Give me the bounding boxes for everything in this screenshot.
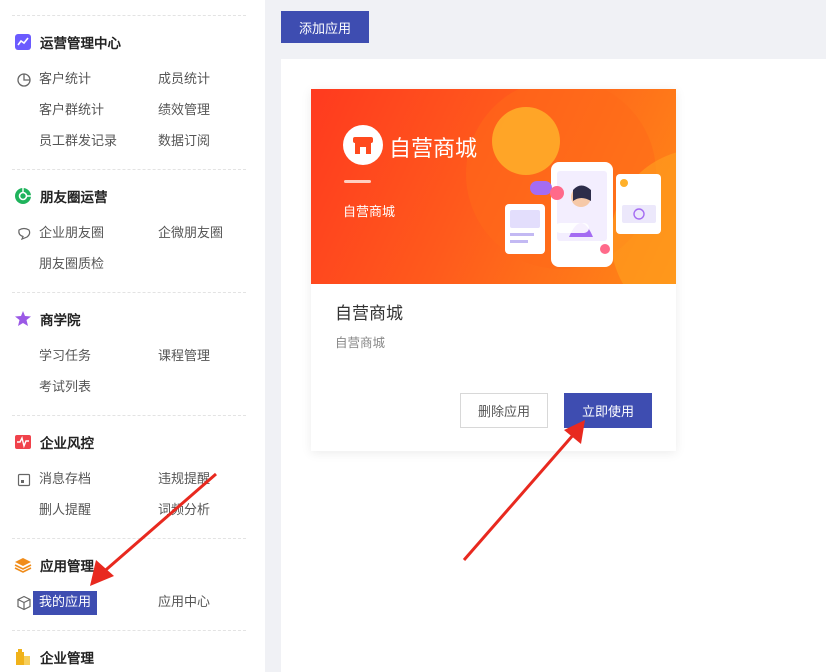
shop-logo-icon	[343, 125, 383, 165]
sidebar-item-customer-stats[interactable]: 客户统计	[39, 70, 91, 90]
sidebar-item-message-archive[interactable]: 消息存档	[39, 470, 91, 490]
sidebar-item-enterprise-moments[interactable]: 企业朋友圈	[39, 224, 104, 244]
sidebar-item-my-apps[interactable]: 我的应用	[33, 591, 98, 615]
sidebar-item-violation-alerts[interactable]: 违规提醒	[158, 470, 210, 490]
sidebar-section-title: 朋友圈运营	[40, 190, 108, 206]
sidebar-item-learning-tasks[interactable]: 学习任务	[39, 347, 91, 367]
sidebar-section-academy[interactable]: 商学院	[14, 308, 81, 330]
banner-divider	[344, 180, 371, 183]
layers-icon	[14, 556, 32, 574]
pie-chart-icon	[16, 72, 32, 88]
sidebar-divider	[12, 630, 246, 631]
sidebar-divider	[12, 415, 246, 416]
sidebar-divider	[12, 169, 246, 170]
sidebar-item-delete-alerts[interactable]: 删人提醒	[39, 501, 91, 521]
sidebar-item-course-management[interactable]: 课程管理	[158, 347, 210, 367]
sidebar-item-word-frequency[interactable]: 词频分析	[158, 501, 210, 521]
risk-pulse-icon	[14, 433, 32, 451]
app-banner: 自营商城 自营商城	[311, 89, 676, 284]
sidebar: 运营管理中心 客户统计 成员统计 客户群统计 绩效管理 员工群发记录 数据订阅 …	[0, 0, 265, 672]
sidebar-item-performance[interactable]: 绩效管理	[158, 101, 210, 121]
sidebar-item-group-stats[interactable]: 客户群统计	[39, 101, 104, 121]
sidebar-section-app-management[interactable]: 应用管理	[14, 554, 94, 576]
sidebar-section-title: 运营管理中心	[40, 36, 121, 52]
sidebar-section-enterprise-management[interactable]: 企业管理	[14, 646, 94, 668]
app-description: 自营商城	[335, 335, 386, 350]
sidebar-section-title: 应用管理	[40, 559, 94, 575]
archive-icon	[16, 472, 32, 488]
sidebar-divider	[12, 292, 246, 293]
sidebar-item-data-subscription[interactable]: 数据订阅	[158, 132, 210, 152]
sidebar-section-title: 企业管理	[40, 651, 94, 667]
chart-trend-icon	[14, 33, 32, 51]
sidebar-divider	[12, 538, 246, 539]
sidebar-section-operations[interactable]: 运营管理中心	[14, 31, 121, 53]
sidebar-item-moments-qc[interactable]: 朋友圈质检	[39, 255, 104, 275]
sidebar-item-exam-list[interactable]: 考试列表	[39, 378, 91, 398]
app-title: 自营商城	[335, 304, 403, 324]
sidebar-item-app-center[interactable]: 应用中心	[158, 593, 210, 613]
add-app-button[interactable]: 添加应用	[281, 11, 369, 43]
sidebar-section-title: 企业风控	[40, 436, 94, 452]
delete-app-button[interactable]: 删除应用	[460, 393, 548, 428]
banner-illustration	[466, 89, 676, 284]
sidebar-section-title: 商学院	[40, 313, 81, 329]
chat-bubble-icon	[16, 226, 32, 242]
sidebar-item-broadcast-records[interactable]: 员工群发记录	[39, 132, 117, 152]
cube-icon	[16, 595, 32, 611]
sidebar-section-moments[interactable]: 朋友圈运营	[14, 185, 108, 207]
sidebar-item-member-stats[interactable]: 成员统计	[158, 70, 210, 90]
moments-icon	[14, 187, 32, 205]
building-icon	[14, 648, 32, 666]
use-now-button[interactable]: 立即使用	[564, 393, 652, 428]
school-icon	[14, 310, 32, 328]
sidebar-item-wecom-moments[interactable]: 企微朋友圈	[158, 224, 223, 244]
sidebar-section-risk-control[interactable]: 企业风控	[14, 431, 94, 453]
banner-title: 自营商城	[389, 137, 478, 162]
sidebar-divider	[12, 15, 246, 16]
banner-subtitle: 自营商城	[343, 205, 396, 220]
app-card: 自营商城 自营商城 自营商城 自营商城 删除应用 立即使用	[311, 89, 676, 451]
